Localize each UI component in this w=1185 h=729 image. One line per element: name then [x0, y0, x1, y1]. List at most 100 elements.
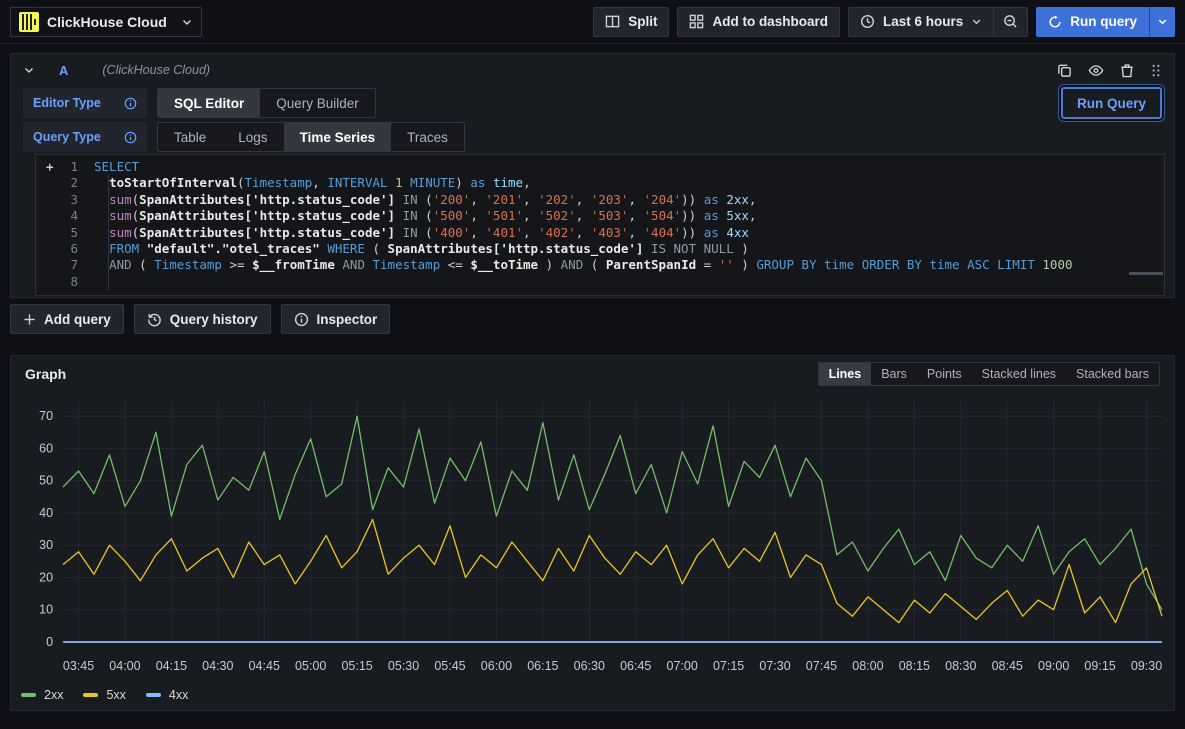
plus-icon	[23, 313, 36, 326]
svg-text:50: 50	[39, 474, 53, 488]
info-icon[interactable]	[124, 131, 137, 144]
clock-icon	[860, 14, 875, 29]
line-number: 7	[36, 257, 94, 273]
svg-text:07:15: 07:15	[713, 659, 744, 673]
query-type-label: Query Type	[23, 122, 147, 152]
code-line: 8	[36, 274, 1164, 290]
svg-text:09:30: 09:30	[1131, 659, 1162, 673]
query-type-option-logs[interactable]: Logs	[222, 123, 283, 151]
indent-guide	[108, 175, 109, 290]
inspector-button[interactable]: Inspector	[281, 304, 391, 334]
graph-style-option-bars[interactable]: Bars	[871, 363, 917, 385]
line-number: 1+	[36, 159, 94, 175]
query-type-option-time-series[interactable]: Time Series	[284, 123, 392, 151]
query-history-button[interactable]: Query history	[134, 304, 271, 334]
chevron-down-icon	[1157, 16, 1168, 27]
datasource-name: ClickHouse Cloud	[47, 14, 173, 30]
datasource-picker[interactable]: ClickHouse Cloud	[10, 7, 202, 37]
time-series-chart[interactable]: 01020304050607003:4504:0004:1504:3004:45…	[17, 392, 1168, 680]
svg-text:08:00: 08:00	[852, 659, 883, 673]
query-type-option-traces[interactable]: Traces	[391, 123, 464, 151]
query-editor-panel: A (ClickHouse Cloud) Editor Type SQL Edi…	[10, 53, 1175, 298]
code-line: 3 sum(SpanAttributes['http.status_code']…	[36, 192, 1164, 208]
svg-text:04:45: 04:45	[249, 659, 280, 673]
add-to-dashboard-button[interactable]: Add to dashboard	[677, 7, 840, 37]
info-icon[interactable]	[124, 97, 137, 110]
svg-text:08:15: 08:15	[899, 659, 930, 673]
drag-handle-icon[interactable]	[1150, 63, 1162, 78]
svg-text:04:00: 04:00	[109, 659, 140, 673]
legend-label: 4xx	[169, 688, 188, 702]
svg-text:06:45: 06:45	[620, 659, 651, 673]
svg-text:06:15: 06:15	[527, 659, 558, 673]
panel-run-query-button[interactable]: Run Query	[1061, 87, 1162, 119]
zoom-out-time-button[interactable]	[993, 7, 1028, 37]
code-line: 7 AND ( Timestamp >= $__fromTime AND Tim…	[36, 257, 1164, 273]
svg-text:40: 40	[39, 506, 53, 520]
editor-scrollbar[interactable]	[1129, 272, 1163, 275]
graph-style-option-points[interactable]: Points	[917, 363, 972, 385]
line-number: 6	[36, 241, 94, 257]
svg-text:07:30: 07:30	[759, 659, 790, 673]
chart-canvas: 01020304050607003:4504:0004:1504:3004:45…	[17, 392, 1168, 680]
clickhouse-logo-icon	[19, 12, 39, 32]
line-number: 8	[36, 274, 94, 290]
svg-text:06:30: 06:30	[574, 659, 605, 673]
line-number: 2	[36, 175, 94, 191]
svg-text:04:30: 04:30	[202, 659, 233, 673]
sql-code-editor[interactable]: 1+SELECT2 toStartOfInterval(Timestamp, I…	[35, 154, 1165, 296]
hide-response-eye-icon[interactable]	[1088, 63, 1104, 78]
graph-panel-title: Graph	[25, 366, 66, 382]
collapse-chevron-icon[interactable]	[23, 64, 35, 76]
query-type-option-table[interactable]: Table	[158, 123, 222, 151]
run-query-button[interactable]: Run query	[1036, 7, 1149, 37]
code-text: sum(SpanAttributes['http.status_code'] I…	[94, 192, 756, 208]
refresh-icon	[1048, 15, 1062, 29]
zoom-out-icon	[1003, 14, 1018, 29]
editor-type-option-sql-editor[interactable]: SQL Editor	[158, 89, 260, 117]
line-number: 5	[36, 225, 94, 241]
code-text: AND ( Timestamp >= $__fromTime AND Times…	[94, 257, 1073, 273]
split-button[interactable]: Split	[593, 7, 669, 37]
svg-text:30: 30	[39, 538, 53, 552]
svg-text:0: 0	[46, 635, 53, 649]
editor-type-segmented: SQL EditorQuery Builder	[157, 88, 376, 118]
legend-swatch	[21, 693, 36, 697]
svg-text:10: 10	[39, 603, 53, 617]
svg-text:05:15: 05:15	[341, 659, 372, 673]
svg-text:70: 70	[39, 409, 53, 423]
legend-item-4xx[interactable]: 4xx	[146, 688, 188, 702]
svg-text:03:45: 03:45	[63, 659, 94, 673]
code-text: FROM "default"."otel_traces" WHERE ( Spa…	[94, 241, 749, 257]
graph-style-option-stacked-lines[interactable]: Stacked lines	[972, 363, 1066, 385]
add-line-icon[interactable]: +	[46, 159, 54, 175]
svg-text:08:30: 08:30	[945, 659, 976, 673]
chart-legend: 2xx 5xx 4xx	[11, 680, 1174, 706]
delete-query-trash-icon[interactable]	[1120, 63, 1134, 78]
legend-item-2xx[interactable]: 2xx	[21, 688, 63, 702]
svg-text:20: 20	[39, 570, 53, 584]
duplicate-query-icon[interactable]	[1057, 63, 1072, 78]
time-range-picker[interactable]: Last 6 hours	[848, 7, 993, 37]
legend-swatch	[146, 693, 161, 697]
query-type-segmented: TableLogsTime SeriesTraces	[157, 122, 465, 152]
graph-style-option-lines[interactable]: Lines	[819, 363, 872, 385]
code-text: sum(SpanAttributes['http.status_code'] I…	[94, 225, 749, 241]
series-line-5xx	[63, 519, 1162, 622]
editor-type-label: Editor Type	[23, 88, 147, 118]
run-query-dropdown[interactable]	[1149, 7, 1175, 37]
graph-style-option-stacked-bars[interactable]: Stacked bars	[1066, 363, 1159, 385]
svg-text:06:00: 06:00	[481, 659, 512, 673]
query-ref-id[interactable]: A	[59, 63, 68, 78]
info-circle-icon	[294, 312, 309, 327]
code-text: SELECT	[94, 159, 139, 175]
code-text: toStartOfInterval(Timestamp, INTERVAL 1 …	[94, 175, 531, 191]
split-icon	[605, 14, 620, 29]
chevron-down-icon	[971, 16, 982, 27]
svg-text:07:00: 07:00	[667, 659, 698, 673]
legend-item-5xx[interactable]: 5xx	[83, 688, 125, 702]
legend-label: 2xx	[44, 688, 63, 702]
editor-type-option-query-builder[interactable]: Query Builder	[260, 89, 375, 117]
add-query-button[interactable]: Add query	[10, 304, 124, 334]
code-line: 6 FROM "default"."otel_traces" WHERE ( S…	[36, 241, 1164, 257]
